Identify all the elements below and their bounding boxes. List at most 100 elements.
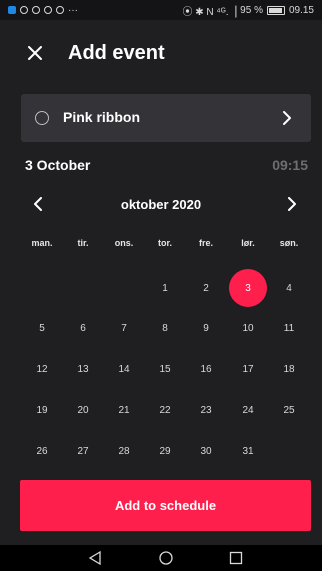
calendar-day[interactable]: 25 bbox=[269, 390, 309, 430]
close-icon[interactable] bbox=[22, 40, 48, 66]
calendar-day[interactable]: 20 bbox=[63, 390, 103, 430]
calendar-day-number: 25 bbox=[283, 404, 295, 416]
month-label: oktober 2020 bbox=[120, 197, 202, 212]
system-nav-bar bbox=[0, 545, 322, 571]
calendar-day-number: 2 bbox=[203, 282, 209, 294]
status-right-icons: ⦿ ✱ N ⁴ᴳ.▕ 95 % 09.15 bbox=[183, 3, 315, 18]
calendar-day-number: 10 bbox=[242, 322, 254, 334]
status-left-icons: ··· bbox=[8, 5, 78, 16]
event-select-card[interactable]: Pink ribbon bbox=[21, 94, 311, 142]
weekday-label: tor. bbox=[157, 238, 172, 248]
calendar-day-number: 26 bbox=[36, 445, 48, 457]
calendar-day-number: 23 bbox=[200, 404, 212, 416]
calendar-day[interactable]: 11 bbox=[269, 308, 309, 348]
nav-recent-apps-icon[interactable] bbox=[229, 551, 243, 565]
calendar-day[interactable]: 28 bbox=[104, 431, 144, 471]
calendar-day[interactable]: 14 bbox=[104, 349, 144, 389]
calendar-day-number: 30 bbox=[200, 445, 212, 457]
calendar-day-number: 3 bbox=[245, 282, 251, 294]
add-to-schedule-button[interactable]: Add to schedule bbox=[20, 480, 311, 531]
app-badge-icon bbox=[8, 6, 16, 14]
month-navigation: oktober 2020 bbox=[0, 192, 322, 216]
selected-time[interactable]: 09:15 bbox=[272, 157, 308, 173]
calendar-day-number: 31 bbox=[242, 445, 254, 457]
calendar-day-number: 13 bbox=[77, 363, 89, 375]
nav-back-icon[interactable] bbox=[88, 551, 102, 565]
calendar-day-number: 8 bbox=[162, 322, 168, 334]
calendar-day[interactable]: 12 bbox=[22, 349, 62, 389]
calendar-day[interactable]: 18 bbox=[269, 349, 309, 389]
calendar-day-selected[interactable]: 3 bbox=[228, 268, 268, 308]
calendar-day[interactable]: 1 bbox=[145, 268, 185, 308]
calendar-day[interactable]: 26 bbox=[22, 431, 62, 471]
calendar-day[interactable]: 21 bbox=[104, 390, 144, 430]
page-title: Add event bbox=[68, 42, 165, 64]
chat-icon bbox=[44, 6, 52, 14]
calendar-day[interactable]: 10 bbox=[228, 308, 268, 348]
calendar-day-number: 21 bbox=[118, 404, 130, 416]
chevron-right-icon bbox=[288, 197, 296, 211]
calendar-day[interactable]: 30 bbox=[186, 431, 226, 471]
calendar-day-number: 16 bbox=[200, 363, 212, 375]
calendar-day-number: 17 bbox=[242, 363, 254, 375]
calendar-day-number: 1 bbox=[162, 282, 168, 294]
weekday-label: man. bbox=[31, 238, 53, 248]
calendar-day[interactable]: 4 bbox=[269, 268, 309, 308]
chat-icon bbox=[56, 6, 64, 14]
calendar-day[interactable]: 22 bbox=[145, 390, 185, 430]
status-time: 09.15 bbox=[288, 4, 314, 16]
close-icon-svg bbox=[28, 46, 42, 60]
event-name: Pink ribbon bbox=[63, 109, 140, 125]
calendar-day[interactable]: 8 bbox=[145, 308, 185, 348]
calendar-day[interactable]: 13 bbox=[63, 349, 103, 389]
calendar-day[interactable]: 27 bbox=[63, 431, 103, 471]
calendar-day[interactable]: 19 bbox=[22, 390, 62, 430]
calendar-day-number: 22 bbox=[159, 404, 171, 416]
next-month-button[interactable] bbox=[282, 194, 302, 214]
calendar-day-number: 7 bbox=[121, 322, 127, 334]
calendar-day[interactable]: 6 bbox=[63, 308, 103, 348]
calendar-day[interactable]: 16 bbox=[186, 349, 226, 389]
weekday-label: fre. bbox=[198, 238, 213, 248]
calendar-day-number: 6 bbox=[80, 322, 86, 334]
calendar-day-number: 29 bbox=[159, 445, 171, 457]
calendar-day-number: 18 bbox=[283, 363, 295, 375]
weekday-label: tir. bbox=[77, 238, 89, 248]
battery-icon bbox=[266, 5, 285, 15]
nav-home-icon[interactable] bbox=[159, 551, 173, 565]
calendar-day-number: 28 bbox=[118, 445, 130, 457]
calendar-day[interactable]: 29 bbox=[145, 431, 185, 471]
chevron-right-icon[interactable] bbox=[277, 108, 297, 128]
messenger-icon bbox=[32, 6, 40, 14]
signal-icons: ⦿ ✱ N ⁴ᴳ.▕ bbox=[182, 6, 237, 18]
chevron-right-icon-svg bbox=[283, 111, 291, 125]
calendar-day-number: 24 bbox=[242, 404, 254, 416]
header: Add event bbox=[0, 34, 322, 74]
calendar-day[interactable]: 2 bbox=[186, 268, 226, 308]
calendar-day-number: 14 bbox=[118, 363, 130, 375]
weekday-label: lør. bbox=[241, 238, 255, 248]
calendar-day-number: 19 bbox=[36, 404, 48, 416]
weekday-label: ons. bbox=[114, 238, 134, 248]
calendar-day[interactable]: 15 bbox=[145, 349, 185, 389]
calendar-day[interactable]: 7 bbox=[104, 308, 144, 348]
calendar-day-number: 5 bbox=[39, 322, 45, 334]
calendar-day-number: 20 bbox=[77, 404, 89, 416]
calendar-day-number: 12 bbox=[36, 363, 48, 375]
calendar-day[interactable]: 5 bbox=[22, 308, 62, 348]
date-row: 3 October 09:15 bbox=[0, 155, 322, 175]
weekday-label: søn. bbox=[279, 238, 299, 248]
selected-date: 3 October bbox=[25, 157, 91, 173]
calendar-day-number: 11 bbox=[283, 322, 295, 334]
calendar-day[interactable]: 31 bbox=[228, 431, 268, 471]
battery-percent: 95 % bbox=[240, 4, 263, 16]
calendar-day[interactable]: 23 bbox=[186, 390, 226, 430]
calendar-day[interactable]: 24 bbox=[228, 390, 268, 430]
radio-icon[interactable] bbox=[35, 111, 49, 125]
more-dots-icon: ··· bbox=[68, 4, 78, 16]
calendar-day-number: 4 bbox=[286, 282, 292, 294]
hotspot-icon bbox=[20, 6, 28, 14]
calendar-day[interactable]: 9 bbox=[186, 308, 226, 348]
calendar-day-number: 15 bbox=[159, 363, 171, 375]
calendar-day[interactable]: 17 bbox=[228, 349, 268, 389]
